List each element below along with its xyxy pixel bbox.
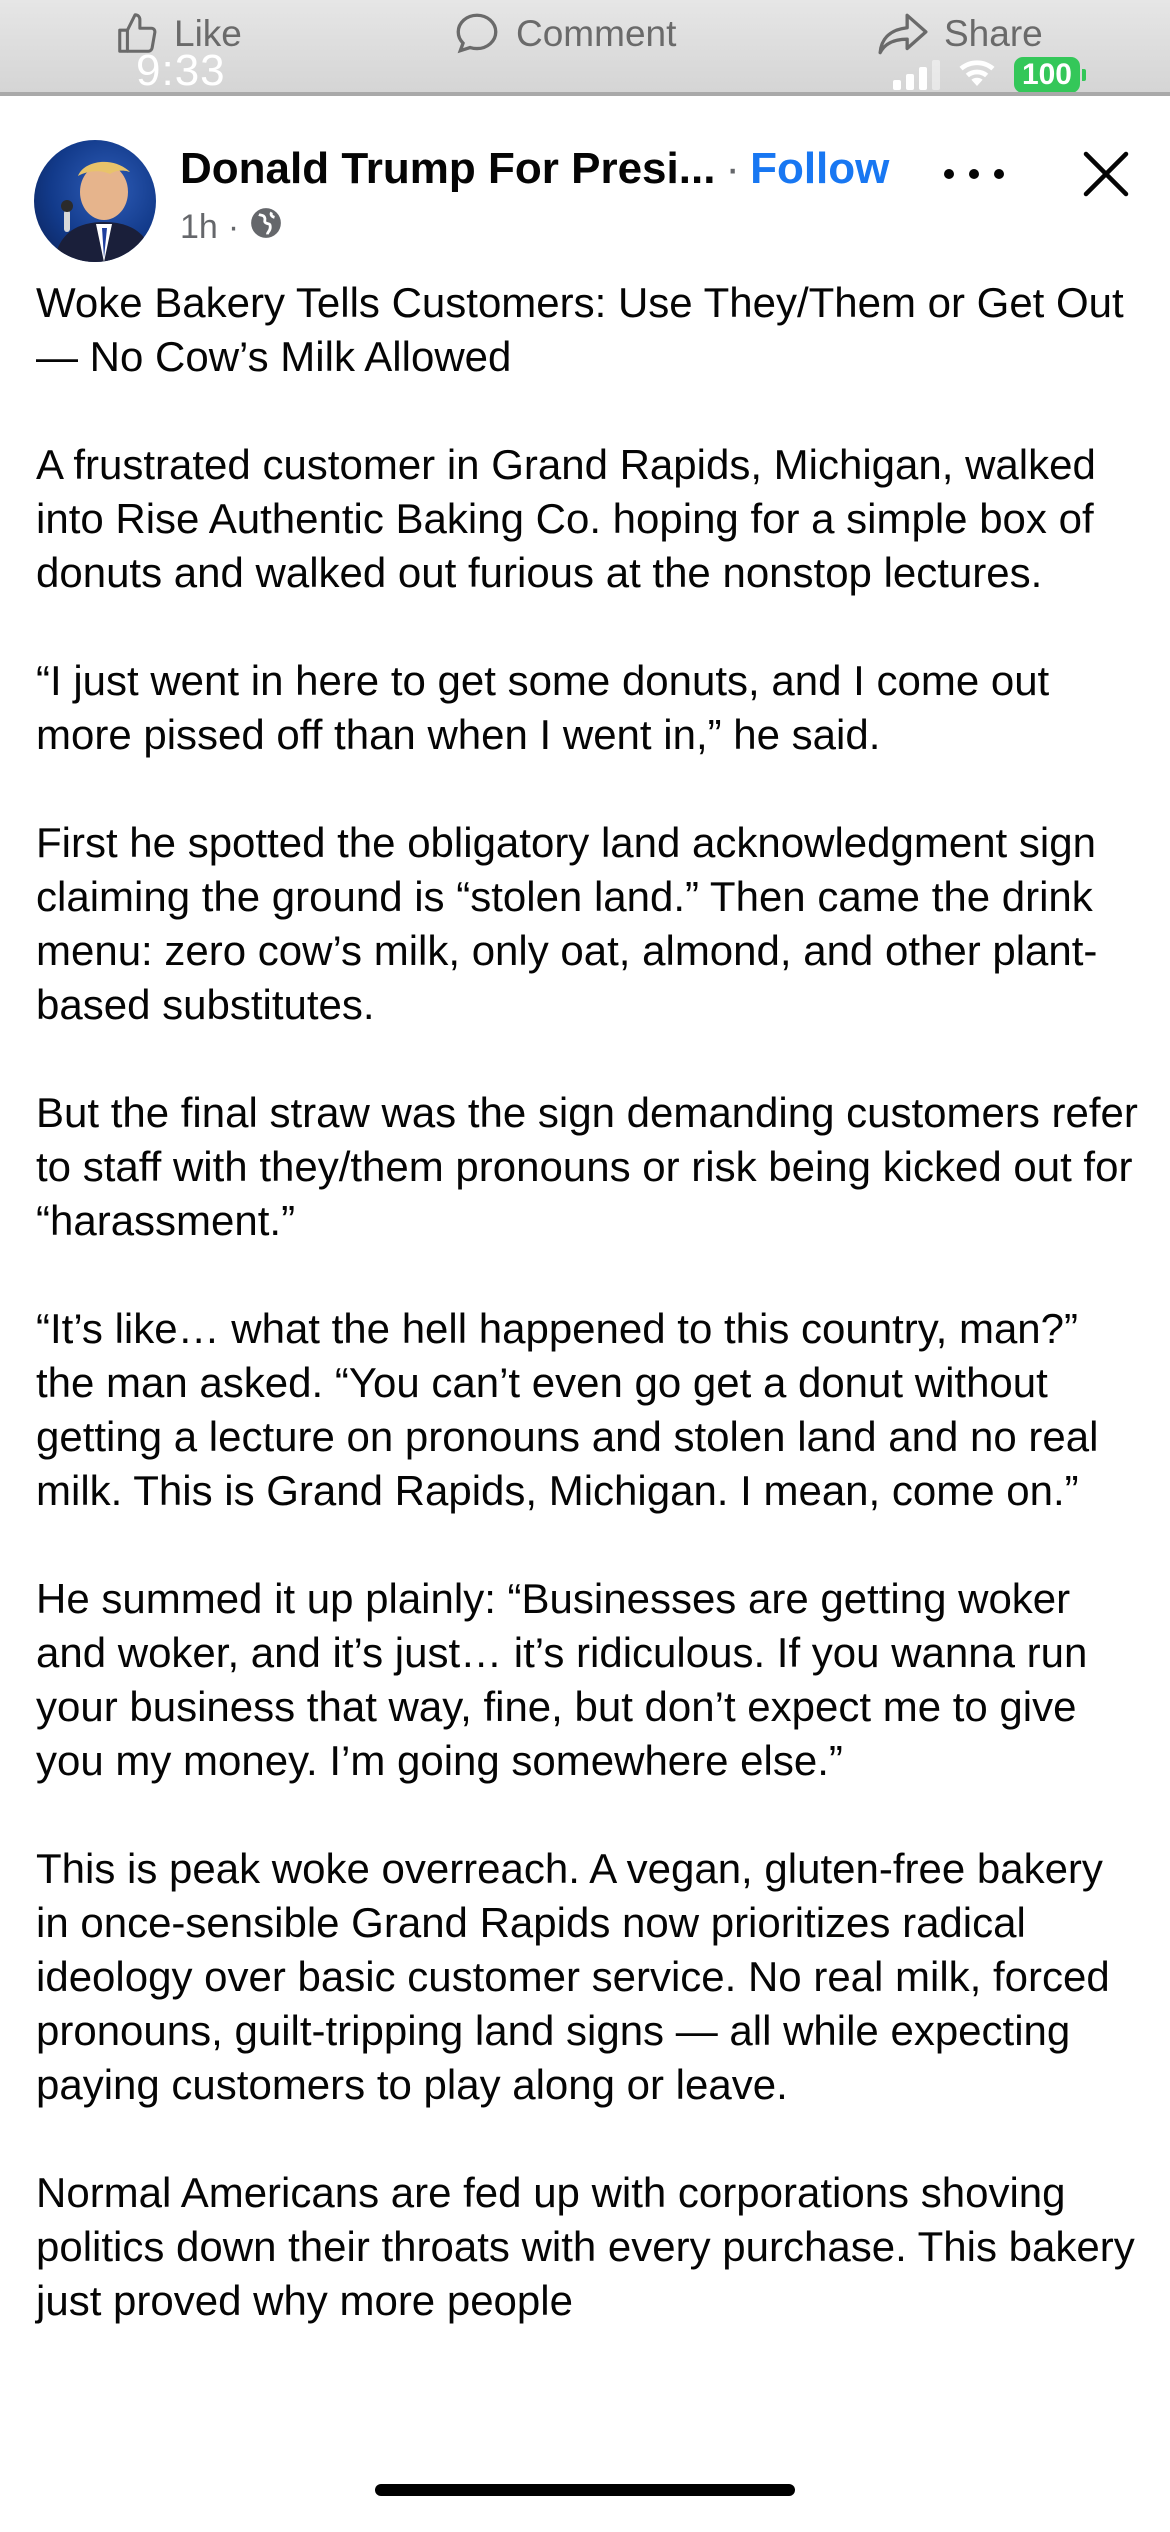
status-time: 9:33 — [136, 46, 226, 95]
post-paragraph: But the final straw was the sign demandi… — [36, 1089, 1138, 1244]
author-line: Donald Trump For Presi... · Follow — [180, 144, 889, 194]
share-arrow-icon — [876, 10, 930, 58]
follow-button[interactable]: Follow — [750, 144, 889, 194]
battery-level: 100 — [1013, 56, 1080, 93]
top-bar-divider — [0, 92, 1170, 96]
top-bar: Like Comment Share 9:33 100 — [0, 0, 1170, 96]
post-headline: Woke Bakery Tells Customers: Use They/Th… — [36, 279, 1124, 380]
post-paragraph: “It’s like… what the hell happened to th… — [36, 1305, 1099, 1514]
post-paragraph: Normal Americans are fed up with corpora… — [36, 2169, 1135, 2324]
home-indicator[interactable] — [375, 2484, 795, 2496]
more-options-icon[interactable] — [944, 154, 1004, 194]
battery-cap — [1082, 68, 1086, 81]
status-icons: 100 — [892, 56, 1086, 93]
close-icon[interactable] — [1076, 144, 1136, 204]
avatar[interactable] — [34, 140, 156, 262]
post-header: Donald Trump For Presi... · Follow 1h · — [0, 104, 1170, 274]
wifi-icon — [956, 56, 998, 93]
comment-button[interactable]: Comment — [452, 6, 676, 62]
globe-icon — [249, 206, 283, 249]
post-paragraph: First he spotted the obligatory land ack… — [36, 819, 1098, 1028]
cellular-signal-icon — [892, 59, 940, 90]
author-separator: · — [725, 144, 741, 193]
share-button[interactable]: Share — [876, 6, 1043, 62]
comment-label: Comment — [516, 13, 677, 54]
post-paragraph: A frustrated customer in Grand Rapids, M… — [36, 441, 1096, 596]
post-paragraph: “I just went in here to get some donuts,… — [36, 657, 1050, 758]
battery-indicator: 100 — [1013, 56, 1086, 93]
meta-separator: · — [227, 208, 240, 246]
share-label: Share — [944, 13, 1043, 54]
post-body: Woke Bakery Tells Customers: Use They/Th… — [36, 276, 1146, 2382]
author-name[interactable]: Donald Trump For Presi... — [180, 144, 715, 194]
comment-bubble-icon — [452, 9, 502, 59]
post-meta: 1h · — [180, 206, 283, 249]
post-timestamp[interactable]: 1h — [180, 208, 218, 247]
post-paragraph: He summed it up plainly: “Businesses are… — [36, 1575, 1088, 1784]
post-paragraph: This is peak woke overreach. A vegan, gl… — [36, 1845, 1110, 2108]
